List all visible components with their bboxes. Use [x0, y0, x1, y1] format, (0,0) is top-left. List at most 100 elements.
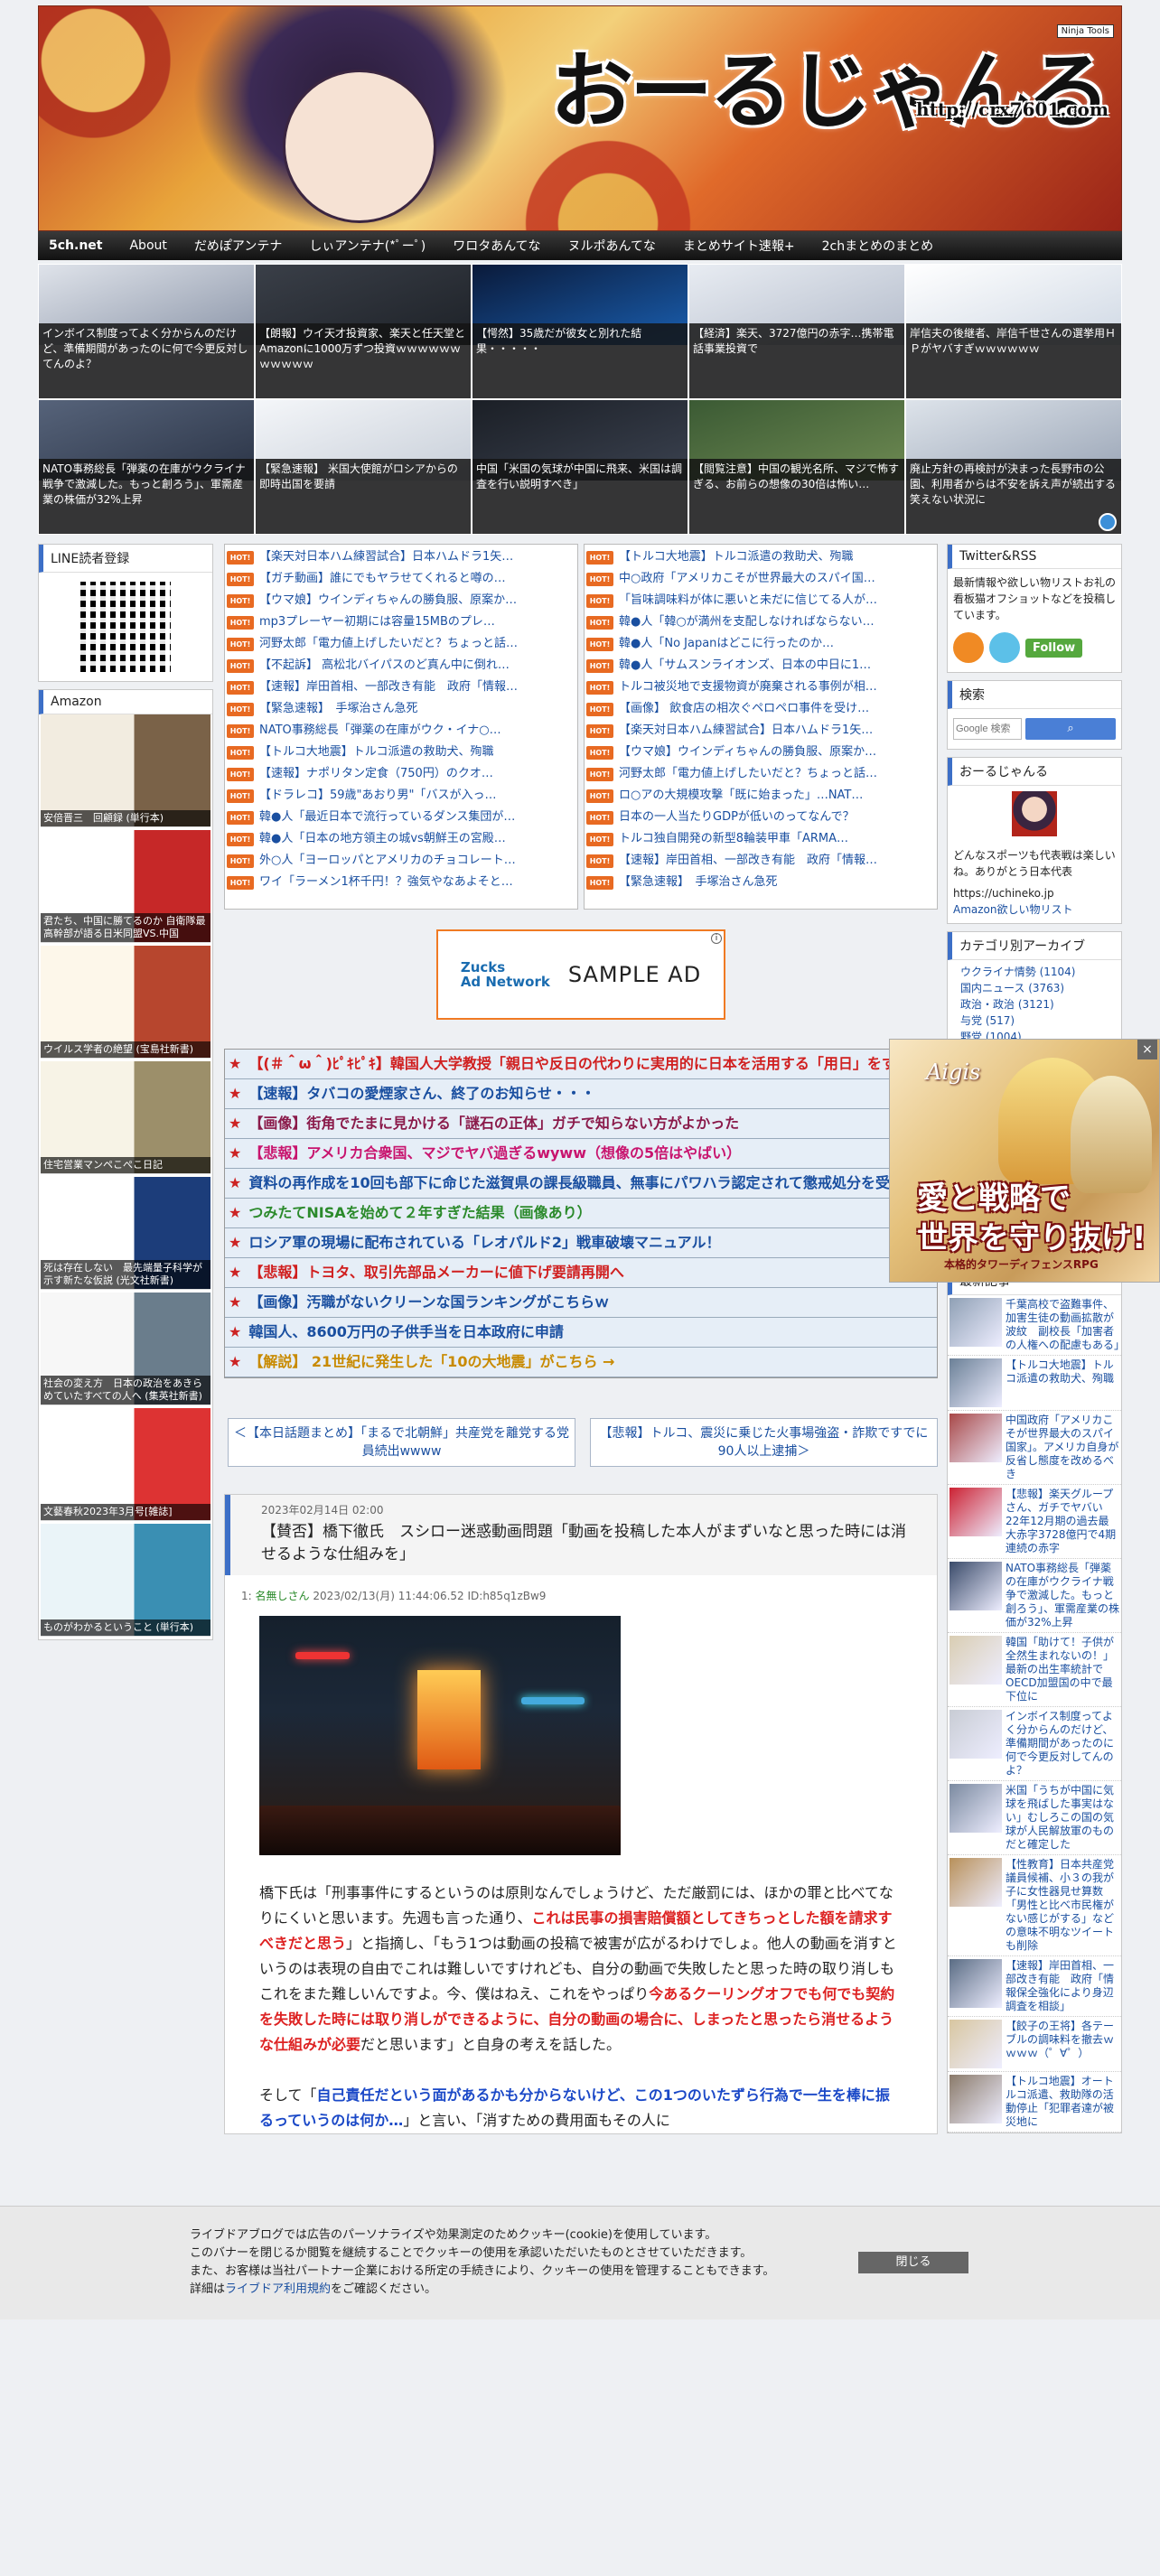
feed-item-link[interactable]: 河野太郎「電力値上げしたいだと？ちょっと話…	[259, 633, 518, 655]
thumbnail-item[interactable]: 【経済】楽天、3727億円の赤字…携帯電話事業投資で	[688, 264, 905, 399]
feed-item-link[interactable]: 【不起訴】 高松北バイパスのど真ん中に倒れ…	[259, 655, 510, 677]
amazon-book[interactable]: ウイルス学者の絶望 (宝島社新書)	[41, 946, 210, 1059]
feed-item-link[interactable]: mp3プレーヤー初期には容量15MBのプレ…	[259, 611, 495, 633]
nav-item-matome-sokuho[interactable]: まとめサイト速報+	[683, 237, 795, 255]
feed-item-link[interactable]: 韓●人「日本の地方領主の城vs朝鮮王の宮殿…	[259, 828, 506, 850]
feed-item[interactable]: HOT! 韓●人「日本の地方領主の城vs朝鮮王の宮殿…	[225, 828, 577, 850]
pickup-link[interactable]: 【解説】 21世紀に発生した「10の大地震」がこちら →	[248, 1353, 614, 1371]
feed-item[interactable]: HOT! トルコ被災地で支援物資が廃棄される事例が相…	[585, 677, 937, 698]
feed-item-link[interactable]: 韓●人「サムスンライオンズ、日本の中日に1…	[619, 655, 871, 677]
article-title[interactable]: 【賛否】橋下徹氏 スシロー迷惑動画問題「動画を投稿した本人がまずいなと思った時に…	[261, 1521, 906, 1566]
rss-icon[interactable]	[953, 632, 984, 663]
line-qr-code[interactable]	[80, 582, 171, 672]
new-article-item[interactable]: インボイス制度ってよく分からんのだけど、準備期間があったのに何で今更反対してんの…	[948, 1707, 1121, 1781]
feed-item-link[interactable]: 【トルコ大地震】トルコ派遣の救助犬、殉職	[619, 546, 853, 568]
ad-info-icon[interactable]: i	[711, 933, 722, 944]
twitter-icon[interactable]	[989, 632, 1020, 663]
new-article-link[interactable]: 【速報】岸田首相、一部改き有能 政府「情報保全強化により身辺調査を相談」	[1006, 1959, 1119, 2013]
new-article-item[interactable]: 【性教育】日本共産党議員候補、小３の我が子に女性器見せ算数「男性と比べ市民権がな…	[948, 1855, 1121, 1956]
feed-item-link[interactable]: トルコ被災地で支援物資が廃棄される事例が相…	[619, 677, 877, 698]
feed-item[interactable]: HOT! 韓●人「サムスンライオンズ、日本の中日に1…	[585, 655, 937, 677]
prev-article-link[interactable]: ＜【本日話題まとめ】「まるで北朝鮮」共産党を離党する党員続出wwww	[228, 1418, 575, 1467]
next-article-link[interactable]: 【悲報】トルコ、震災に乗じた火事場強盗・詐欺ですでに90人以上逮捕＞	[590, 1418, 938, 1467]
terms-link[interactable]: ライブドア利用規約	[225, 2282, 331, 2296]
new-article-link[interactable]: インボイス制度ってよく分からんのだけど、準備期間があったのに何で今更反対してんの…	[1006, 1710, 1119, 1778]
feed-item-link[interactable]: 【トルコ大地震】トルコ派遣の救助犬、殉職	[259, 742, 493, 763]
new-article-link[interactable]: NATO事務総長「弾薬の在庫がウクライナ戦争で激減した。もっと創ろう」、軍需産業…	[1006, 1562, 1119, 1629]
feed-item-link[interactable]: 【ドラレコ】59歳"あおり男"「バスが入っ…	[259, 785, 497, 807]
feed-item[interactable]: HOT! 【不起訴】 高松北バイパスのど真ん中に倒れ…	[225, 655, 577, 677]
new-article-link[interactable]: 韓国「助けて！子供が全然生まれないの！」最新の出生率統計でOECD加盟国の中で最…	[1006, 1636, 1119, 1703]
new-article-item[interactable]: 中国政府「アメリカこそが世界最大のスパイ国家」。アメリカ自身が反省し態度を改める…	[948, 1411, 1121, 1485]
feed-item-link[interactable]: トルコ独自開発の新型8輪装甲車「ARMA…	[619, 828, 848, 850]
new-article-item[interactable]: 千葉高校で盗難事件、加害生徒の動画拡散が波紋 副校長「加害者の人権への配慮もある…	[948, 1295, 1125, 1356]
new-article-item[interactable]: 【悲報】楽天グループさん、ガチでヤバい 22年12月期の過去最大赤字3728億円…	[948, 1485, 1121, 1559]
cookie-close-button[interactable]: 閉じる	[858, 2252, 968, 2273]
feed-item[interactable]: HOT! 【ウマ娘】ウインディちゃんの勝負服、原案か…	[585, 742, 937, 763]
feed-item-link[interactable]: 「旨味調味料が体に悪いと未だに信じてる人が…	[619, 590, 877, 611]
floating-game-ad[interactable]: Aigis 愛と戦略で 世界を守り抜け! 本格的タワーディフェンスRPG ×	[889, 1039, 1160, 1283]
feed-item[interactable]: HOT! ワイ「ラーメン1杯千円！？強気やなあよそと…	[225, 872, 577, 893]
thumbnail-item[interactable]: 廃止方針の再検討が決まった長野市の公園、利用者からは不安を訴え声が続出する笑えな…	[905, 399, 1122, 535]
feed-item[interactable]: HOT! 外○人「ヨーロッパとアメリカのチョコレート…	[225, 850, 577, 872]
new-article-item[interactable]: 米国「うちが中国に気球を飛ばした事実はない」むしろこの国の気球が人民解放軍のもの…	[948, 1781, 1121, 1855]
pickup-item[interactable]: ★ 【悲報】アメリカ合衆国、マジでヤバ過ぎるwyww（想像の5倍はやばい）	[225, 1139, 937, 1169]
pickup-item[interactable]: ★ 資料の再作成を10回も部下に命じた滋賀県の課長級職員、無事にパワハラ認定されて…	[225, 1169, 937, 1199]
feed-item[interactable]: HOT! 【画像】 飲食店の相次ぐペロペロ事件を受け…	[585, 698, 937, 720]
new-article-link[interactable]: 米国「うちが中国に気球を飛ばした事実はない」むしろこの国の気球が人民解放軍のもの…	[1006, 1784, 1119, 1852]
pickup-link[interactable]: 資料の再作成を10回も部下に命じた滋賀県の課長級職員、無事にパワハラ認定されて懲…	[248, 1174, 919, 1192]
feed-item[interactable]: HOT! 【楽天対日本ハム練習試合】日本ハムドラ1矢…	[225, 546, 577, 568]
feed-item-link[interactable]: ロ○アの大規模攻撃「既に始まった」…NAT…	[619, 785, 863, 807]
thumbnail-item[interactable]: 【朗報】ウイ天才投資家、楽天と任天堂とAmazonに1000万ずつ投資ｗｗｗｗｗ…	[255, 264, 472, 399]
about-site-link[interactable]: https://uchineko.jp	[953, 887, 1054, 900]
thumbnail-item[interactable]: 【閲覧注意】中国の観光名所、マジで怖すぎる、お前らの想像の30倍は怖い…	[688, 399, 905, 535]
new-article-item[interactable]: 【餃子の王将】各テーブルの調味料を撤去ｗｗｗｗ（゜∀゜）	[948, 2017, 1121, 2072]
feed-item[interactable]: HOT! 【ウマ娘】ウインディちゃんの勝負服、原案か…	[225, 590, 577, 611]
article-photo[interactable]	[259, 1616, 621, 1855]
thumbnail-item[interactable]: 【愕然】35歳だが彼女と別れた結果・・・・・	[472, 264, 688, 399]
amazon-book[interactable]: ものがわかるということ (単行本)	[41, 1524, 210, 1637]
new-article-link[interactable]: 【餃子の王将】各テーブルの調味料を撤去ｗｗｗｗ（゜∀゜）	[1006, 2020, 1119, 2068]
feed-item-link[interactable]: 河野太郎「電力値上げしたいだと？ちょっと話…	[619, 763, 877, 785]
feed-item[interactable]: HOT! 韓●人「最近日本で流行っているダンス集団が…	[225, 807, 577, 828]
nav-item-warota[interactable]: ワロタあんてな	[453, 237, 540, 255]
thumbnail-item[interactable]: インボイス制度ってよく分からんのだけど、準備期間があったのに何で今更反対してんの…	[38, 264, 255, 399]
pickup-link[interactable]: 【速報】タバコの愛煙家さん、終了のお知らせ・・・	[248, 1085, 595, 1103]
feed-item[interactable]: HOT! 河野太郎「電力値上げしたいだと？ちょっと話…	[585, 763, 937, 785]
follow-button[interactable]: Follow	[1025, 638, 1083, 658]
new-article-item[interactable]: 【トルコ大地震】トルコ派遣の救助犬、殉職	[948, 1356, 1121, 1411]
pickup-item[interactable]: ★ 【画像】汚職がないクリーンな国ランキングがこちらｗ	[225, 1288, 937, 1318]
amazon-book[interactable]: 死は存在しない 最先端量子科学が示す新たな仮説 (光文社新書)	[41, 1177, 210, 1290]
feed-item[interactable]: HOT! 日本の一人当たりGDPが低いのってなんで？	[585, 807, 937, 828]
feed-item[interactable]: HOT! 【ガチ動画】誰にでもヤラせてくれると噂の…	[225, 568, 577, 590]
feed-item[interactable]: HOT! 韓●人「No Japanはどこに行ったのか…	[585, 633, 937, 655]
feed-item-link[interactable]: 韓●人「韓○が満州を支配しなければならない…	[619, 611, 875, 633]
feed-item[interactable]: HOT! 【トルコ大地震】トルコ派遣の救助犬、殉職	[585, 546, 937, 568]
category-item[interactable]: 与党 (517)	[948, 1013, 1121, 1029]
category-link[interactable]: ウクライナ情勢 (1104)	[960, 966, 1075, 978]
new-article-item[interactable]: NATO事務総長「弾薬の在庫がウクライナ戦争で激減した。もっと創ろう」、軍需産業…	[948, 1559, 1121, 1633]
new-article-link[interactable]: 【トルコ地震】オートルコ派遣、救助隊の活動停止「犯罪者達が被災地に	[1006, 2075, 1119, 2129]
amazon-book[interactable]: 安倍晋三 回顧録 (単行本)	[41, 714, 210, 827]
new-article-link[interactable]: 中国政府「アメリカこそが世界最大のスパイ国家」。アメリカ自身が反省し態度を改める…	[1006, 1414, 1119, 1481]
amazon-wishlist-link[interactable]: Amazon欲しい物リスト	[953, 903, 1073, 916]
category-item[interactable]: 政治・政治 (3121)	[948, 996, 1121, 1013]
new-article-item[interactable]: 【トルコ地震】オートルコ派遣、救助隊の活動停止「犯罪者達が被災地に	[948, 2072, 1121, 2133]
feed-item[interactable]: HOT! 【ドラレコ】59歳"あおり男"「バスが入っ…	[225, 785, 577, 807]
search-button[interactable]: ⌕	[1025, 718, 1116, 740]
feed-item-link[interactable]: 日本の一人当たりGDPが低いのってなんで？	[619, 807, 855, 828]
pickup-item[interactable]: ★ 【画像】街角でたまに見かける「謎石の正体」ガチで知らない方がよかった	[225, 1109, 937, 1139]
ninja-tools-badge[interactable]: Ninja Tools	[1056, 24, 1114, 38]
new-article-link[interactable]: 【性教育】日本共産党議員候補、小３の我が子に女性器見せ算数「男性と比べ市民権がな…	[1006, 1858, 1119, 1953]
amazon-book[interactable]: 住宅営業マンペこぺこ日記	[41, 1061, 210, 1174]
search-input[interactable]	[953, 718, 1022, 740]
feed-item-link[interactable]: 【ウマ娘】ウインディちゃんの勝負服、原案か…	[259, 590, 517, 611]
thumbnail-item[interactable]: 中国「米国の気球が中国に飛来、米国は調査を行い説明すべき」	[472, 399, 688, 535]
feed-item-link[interactable]: 韓●人「No Japanはどこに行ったのか…	[619, 633, 834, 655]
pickup-item[interactable]: ★ 韓国人、8600万円の子供手当を日本政府に申請	[225, 1318, 937, 1348]
feed-item[interactable]: HOT! 河野太郎「電力値上げしたいだと？ちょっと話…	[225, 633, 577, 655]
feed-item-link[interactable]: 【楽天対日本ハム練習試合】日本ハムドラ1矢…	[619, 720, 873, 742]
new-article-item[interactable]: 【速報】岸田首相、一部改き有能 政府「情報保全強化により身辺調査を相談」	[948, 1956, 1121, 2017]
feed-item-link[interactable]: 外○人「ヨーロッパとアメリカのチョコレート…	[259, 850, 516, 872]
pickup-item[interactable]: ★ 【(＃＾ω＾)ﾋﾟｷﾋﾟｷ】韓国人大学教授「親日や反日の代わりに実用的に日本を…	[225, 1050, 939, 1079]
